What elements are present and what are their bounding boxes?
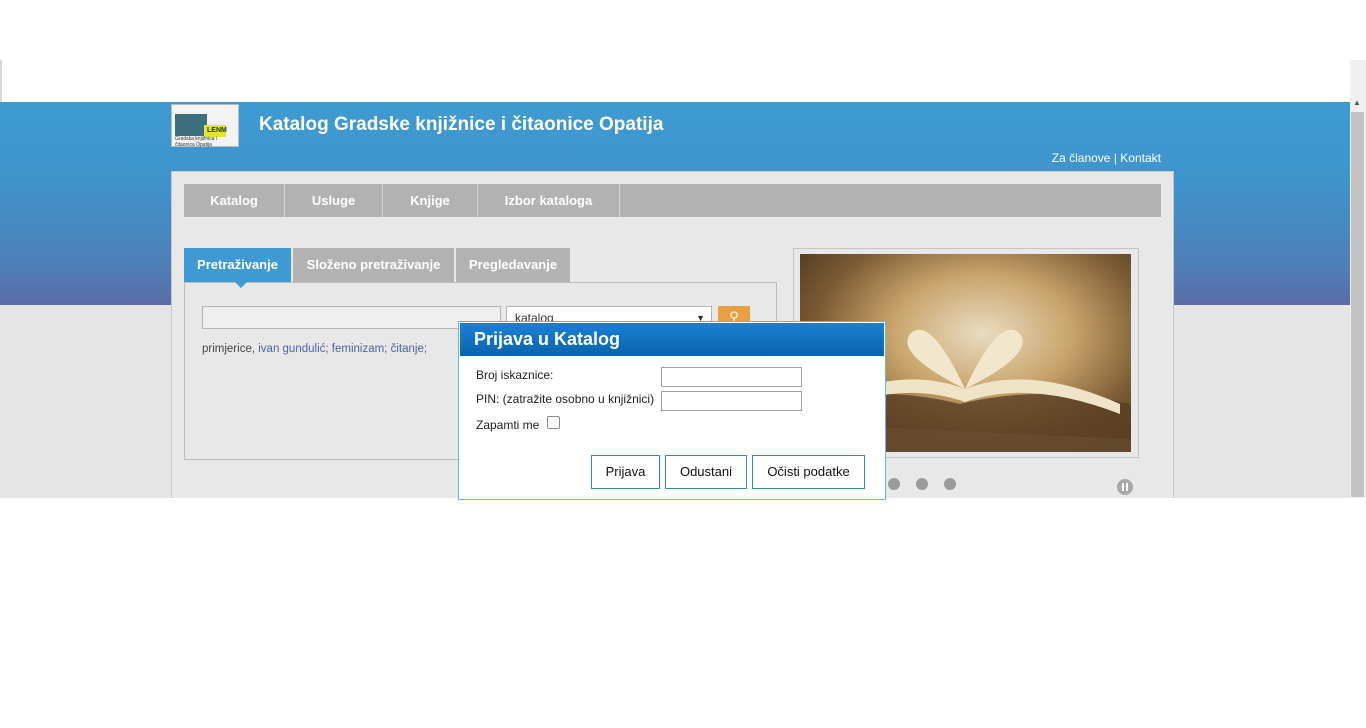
library-logo[interactable]: LENM Gradska knjižnica i čitaonica Opati… [171,104,239,148]
suggestion-link[interactable]: čitanje; [391,343,427,355]
tab-pregledavanje[interactable]: Pregledavanje [456,248,570,282]
logo-text: LENM [207,127,227,134]
top-links: Za članove | Kontakt [1052,151,1161,165]
suggestion-link[interactable]: ivan gundulić; [258,343,328,355]
scroll-up-icon[interactable]: ▲ [1353,98,1361,107]
search-input[interactable] [202,306,501,329]
card-number-field[interactable] [661,367,802,387]
slider-dot[interactable] [944,478,956,490]
card-number-label: Broj iskaznice: [476,368,554,382]
members-link[interactable]: Za članove [1052,151,1111,165]
logo-block [175,114,207,136]
site-title: Katalog Gradske knjižnice i čitaonice Op… [259,114,664,135]
link-separator: | [1113,151,1117,165]
remember-me-label: Zapamti me [476,418,540,432]
menu-item-usluge[interactable]: Usluge [285,184,383,217]
contact-link[interactable]: Kontakt [1120,151,1161,165]
slider-dot[interactable] [916,478,928,490]
dialog-title: Prijava u Katalog [460,323,884,356]
clear-data-button[interactable]: Očisti podatke [752,455,865,489]
active-tab-caret [235,282,247,288]
tab-pretrazivanje[interactable]: Pretraživanje [184,248,291,282]
pin-label: PIN: (zatražite osobno u knjižnici) [476,392,655,406]
menu-item-izbor-kataloga[interactable]: Izbor kataloga [478,184,620,217]
logo-tagline: Gradska knjižnica i čitaonica Opatija [175,136,217,148]
login-button[interactable]: Prijava [591,455,660,489]
scrollbar-thumb[interactable] [1351,112,1364,497]
slider-dot[interactable] [888,478,900,490]
tab-slozeno-pretrazivanje[interactable]: Složeno pretraživanje [293,248,454,282]
suggestion-link[interactable]: feminizam; [332,343,388,355]
main-menu: Katalog Usluge Knjige Izbor kataloga [184,184,1161,217]
cancel-button[interactable]: Odustani [665,455,747,489]
menu-item-knjige[interactable]: Knjige [383,184,478,217]
remember-me-checkbox[interactable] [547,416,560,429]
pin-field[interactable] [661,391,802,411]
pause-icon[interactable] [1117,479,1133,495]
login-dialog: Prijava u Katalog Broj iskaznice: PIN: (… [458,321,886,500]
suggestions-prefix: primjerice, [202,343,256,355]
window-edge [0,60,2,102]
menu-item-katalog[interactable]: Katalog [184,184,285,217]
search-suggestions: primjerice, ivan gundulić; feminizam; či… [202,343,427,355]
